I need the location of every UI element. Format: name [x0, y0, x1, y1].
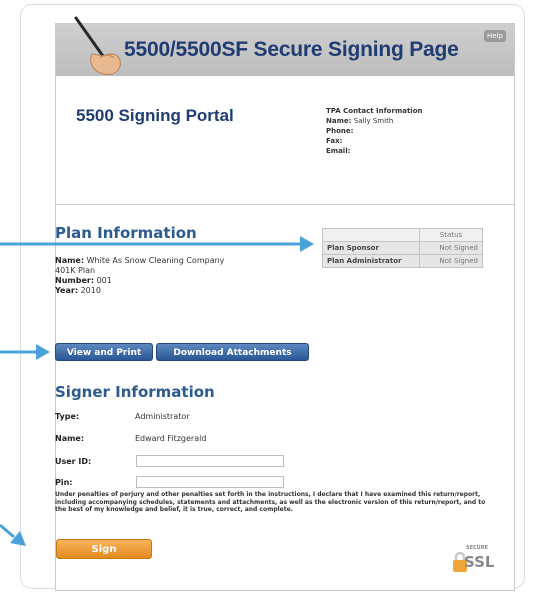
signer-type-value: Administrator: [135, 412, 190, 421]
status-row-label: Plan Administrator: [322, 254, 420, 268]
secure-label: SECURE: [466, 545, 489, 551]
perjury-disclaimer: Under penalties of perjury and other pen…: [55, 491, 486, 513]
tpa-heading: TPA Contact Information: [326, 107, 423, 115]
signer-name-value: Edward Fitzgerald: [135, 434, 207, 443]
tpa-contact-info: TPA Contact Information Name: Sally Smit…: [326, 106, 423, 156]
portal-section: 5500 Signing Portal TPA Contact Informat…: [56, 76, 514, 205]
plan-number-value: 001: [96, 276, 112, 285]
signature-status-table: Status Plan Sponsor Not Signed Plan Admi…: [322, 228, 483, 268]
pin-field[interactable]: [136, 476, 284, 488]
page-header: 5500/5500SF Secure Signing Page Help: [56, 16, 514, 76]
ssl-label: SSL: [464, 553, 495, 571]
plan-year-row: Year: 2010: [55, 286, 224, 296]
plan-year-value: 2010: [80, 286, 101, 295]
status-row-label: Plan Sponsor: [322, 241, 420, 255]
status-row-value: Not Signed: [419, 241, 483, 255]
plan-name-label: Name:: [55, 256, 85, 265]
tpa-name-label: Name:: [326, 117, 352, 125]
view-and-print-button[interactable]: View and Print: [55, 343, 153, 361]
table-row: Plan Administrator Not Signed: [322, 254, 483, 268]
plan-name-value: White As Snow Cleaning Company: [86, 256, 225, 265]
tpa-fax-label: Fax:: [326, 137, 343, 145]
status-row-value: Not Signed: [419, 254, 483, 268]
pin-label: Pin:: [55, 478, 73, 487]
user-id-field[interactable]: [136, 455, 284, 467]
signer-name-label: Name:: [55, 434, 85, 443]
plan-year-label: Year:: [55, 286, 79, 295]
status-table-header-row: Status: [322, 228, 483, 242]
help-button[interactable]: Help: [484, 30, 506, 42]
user-id-label: User ID:: [55, 457, 92, 466]
page-title: 5500/5500SF Secure Signing Page: [124, 38, 459, 61]
plan-name-value-line2: 401K Plan: [55, 266, 96, 275]
plan-number-row: Number: 001: [55, 276, 224, 286]
download-attachments-button[interactable]: Download Attachments: [156, 343, 309, 361]
plan-details: Name: White As Snow Cleaning Company 401…: [55, 256, 224, 296]
tpa-name-value: Sally Smith: [353, 117, 394, 125]
tpa-name-row: Name: Sally Smith: [326, 116, 423, 126]
status-table-blank-cell: [322, 228, 420, 242]
pen-hand-icon: [74, 16, 121, 75]
portal-title: 5500 Signing Portal: [76, 106, 234, 125]
signer-type-label: Type:: [55, 412, 80, 421]
plan-number-label: Number:: [55, 276, 95, 285]
tpa-email-label: Email:: [326, 147, 351, 155]
table-row: Plan Sponsor Not Signed: [322, 241, 483, 255]
status-column-header: Status: [419, 228, 483, 242]
plan-name-row: Name: White As Snow Cleaning Company: [55, 256, 224, 266]
plan-information-heading: Plan Information: [55, 224, 197, 242]
signer-information-heading: Signer Information: [55, 383, 215, 401]
sign-button[interactable]: Sign: [56, 539, 152, 559]
tpa-phone-label: Phone:: [326, 127, 354, 135]
secure-ssl-badge: SECURE SSL: [452, 545, 495, 579]
